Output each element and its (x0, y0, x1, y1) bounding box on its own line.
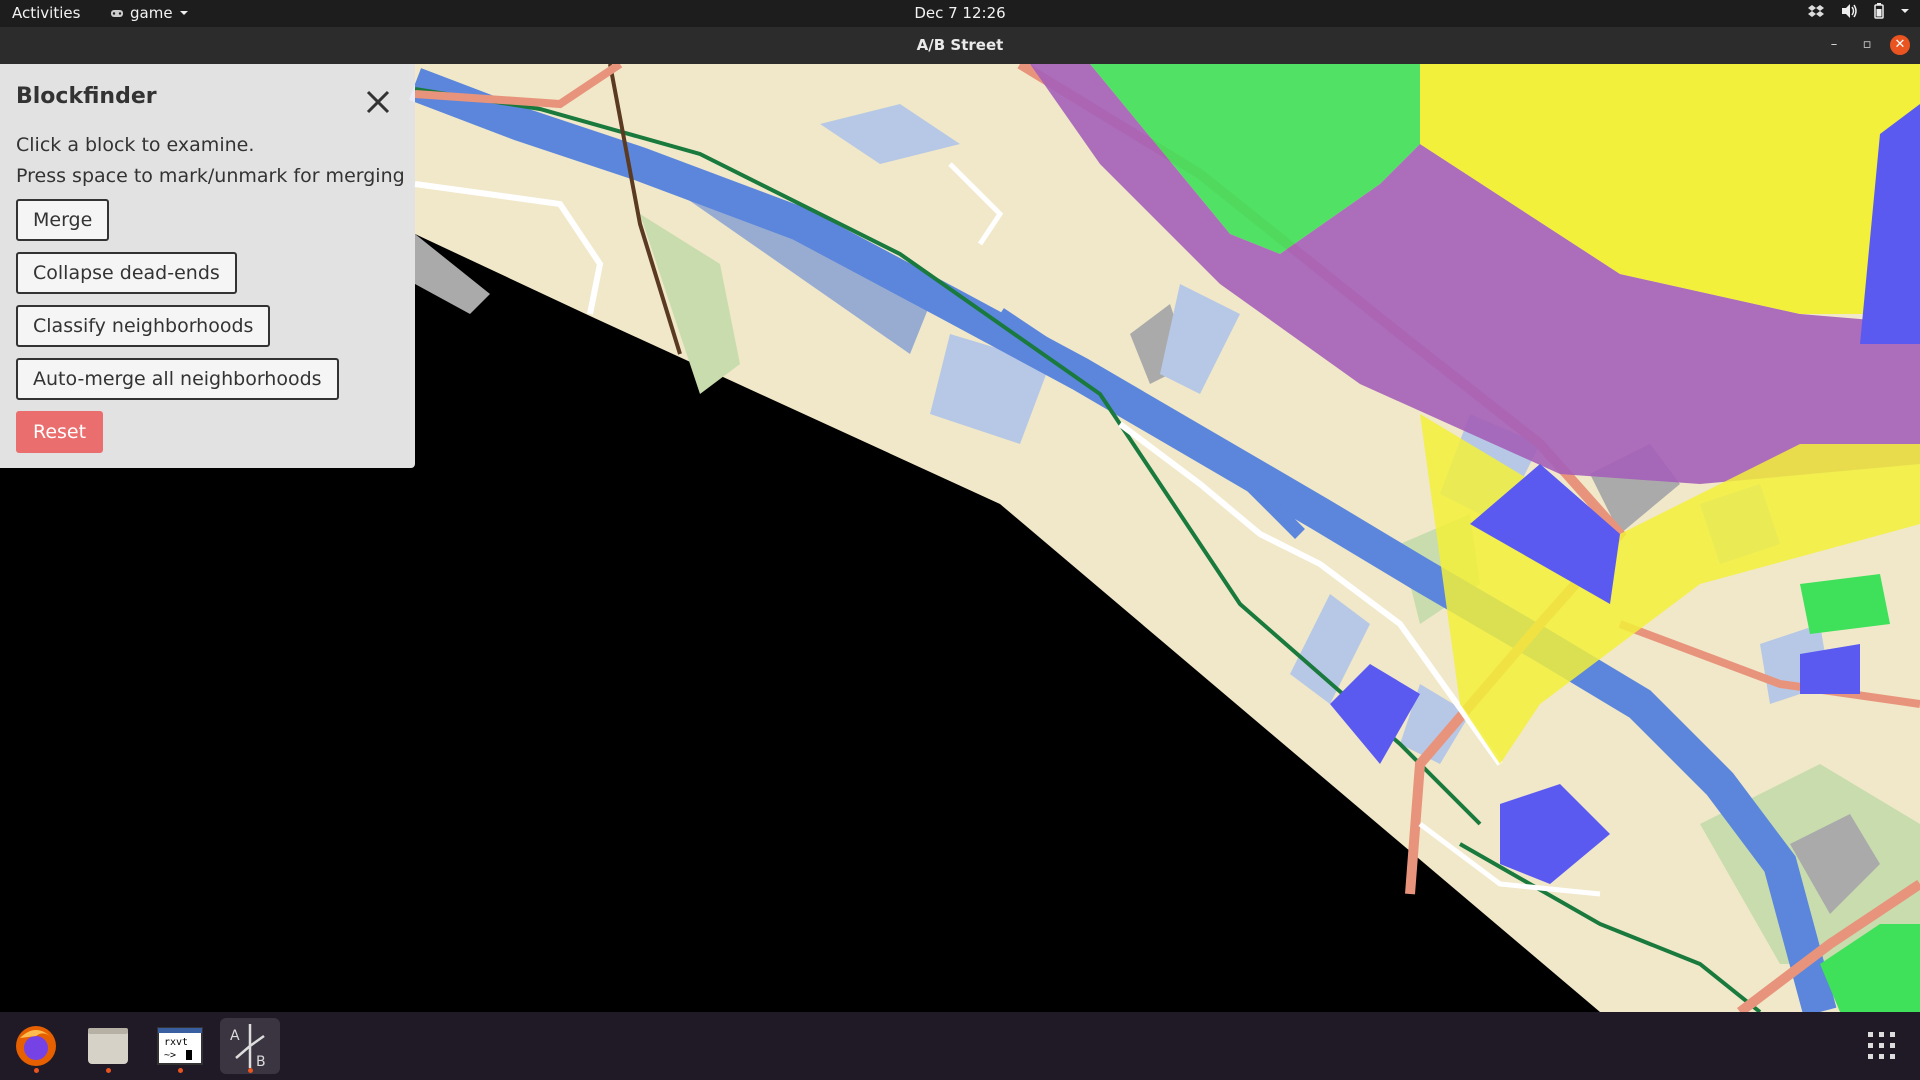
restore-icon: ▫ (1862, 37, 1872, 52)
dock-files[interactable] (78, 1018, 138, 1074)
close-icon (366, 90, 390, 114)
collapse-dead-ends-button[interactable]: Collapse dead-ends (16, 252, 237, 294)
chevron-down-icon (179, 11, 188, 15)
abstreet-icon-b: B (256, 1054, 266, 1070)
dock-firefox[interactable] (6, 1018, 66, 1074)
abstreet-icon-a: A (230, 1028, 240, 1044)
battery-icon[interactable] (1874, 3, 1884, 19)
classify-neighborhoods-button[interactable]: Classify neighborhoods (16, 305, 271, 347)
window-title: A/B Street (916, 36, 1004, 54)
folder-icon (88, 1028, 128, 1064)
firefox-icon (16, 1026, 56, 1066)
blockfinder-panel: Blockfinder Click a block to examine. Pr… (0, 64, 415, 468)
top-bar: Activities game Dec 7 12:26 (0, 0, 1920, 27)
running-indicator (34, 1068, 39, 1073)
close-window-button[interactable]: ✕ (1890, 35, 1910, 55)
minimize-button[interactable]: – (1824, 35, 1844, 55)
auto-merge-button[interactable]: Auto-merge all neighborhoods (16, 358, 339, 400)
block-green (1800, 574, 1890, 634)
reset-button[interactable]: Reset (16, 411, 104, 453)
close-icon: ✕ (1894, 37, 1906, 52)
terminal-icon-text-2: ~> (164, 1050, 176, 1061)
dock-abstreet[interactable]: A B (220, 1018, 280, 1074)
system-menu-chevron-icon[interactable] (1900, 7, 1910, 15)
show-applications-button[interactable] (1866, 1030, 1898, 1066)
app-menu[interactable]: game (110, 4, 189, 22)
instruction-merge: Press space to mark/unmark for merging (16, 165, 405, 187)
app-grid-icon (1868, 1032, 1895, 1059)
window-title-bar: A/B Street – ▫ ✕ (0, 27, 1920, 64)
merge-button[interactable]: Merge (16, 199, 110, 241)
maximize-button[interactable]: ▫ (1857, 35, 1877, 55)
clock[interactable]: Dec 7 12:26 (914, 4, 1005, 22)
dock: rxvt ~> A B (0, 1012, 1920, 1080)
volume-icon[interactable] (1840, 3, 1858, 19)
dock-terminal[interactable]: rxvt ~> (150, 1018, 210, 1074)
game-icon (111, 10, 123, 17)
running-indicator (248, 1068, 253, 1073)
panel-close-button[interactable] (360, 84, 396, 120)
panel-title: Blockfinder (16, 84, 157, 109)
running-indicator (106, 1068, 111, 1073)
abstreet-icon: A B (230, 1024, 266, 1070)
minimize-icon: – (1830, 37, 1838, 52)
app-menu-label: game (130, 4, 173, 22)
system-tray[interactable] (1808, 3, 1910, 19)
terminal-icon: rxvt ~> (157, 1027, 203, 1065)
activities-button[interactable]: Activities (12, 4, 80, 22)
instruction-examine: Click a block to examine. (16, 134, 255, 156)
dropbox-icon[interactable] (1808, 4, 1824, 18)
terminal-icon-text-1: rxvt (164, 1037, 188, 1048)
running-indicator (178, 1068, 183, 1073)
